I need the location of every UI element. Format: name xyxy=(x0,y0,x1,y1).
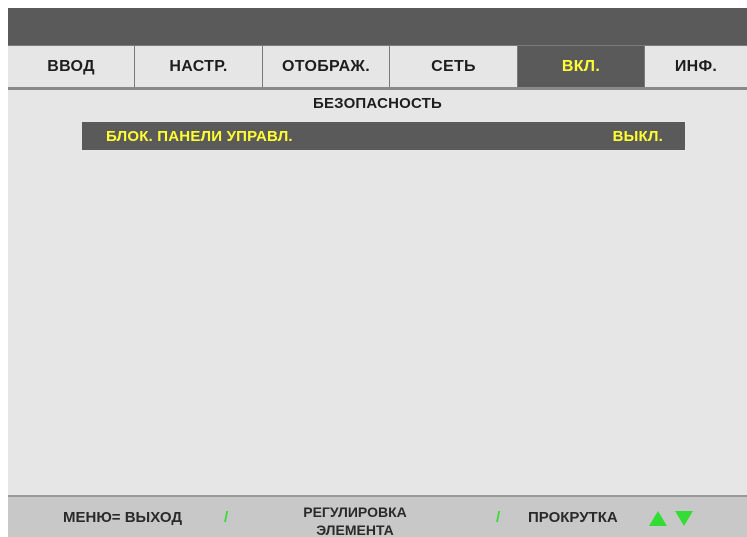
hint-adjust-item: РЕГУЛИРОВКА ЭЛЕМЕНТА xyxy=(290,503,420,537)
menu-item-panel-lock[interactable]: БЛОК. ПАНЕЛИ УПРАВЛ. ВЫКЛ. xyxy=(82,122,685,150)
hint-adjust-line1: РЕГУЛИРОВКА xyxy=(303,504,407,520)
tab-info[interactable]: ИНФ. xyxy=(645,46,747,87)
tab-setup[interactable]: НАСТР. xyxy=(135,46,263,87)
hint-menu-exit: МЕНЮ= ВЫХОД xyxy=(63,509,183,526)
section-title: БЕЗОПАСНОСТЬ xyxy=(312,95,443,112)
footer-hint-bar: МЕНЮ= ВЫХОД / РЕГУЛИРОВКА ЭЛЕМЕНТА / ПРО… xyxy=(8,495,747,537)
tab-input[interactable]: ВВОД xyxy=(8,46,135,87)
osd-menu: ВВОД НАСТР. ОТОБРАЖ. СЕТЬ ВКЛ. ИНФ. БЕЗО… xyxy=(8,8,747,537)
arrow-up-icon xyxy=(649,511,667,526)
tab-display[interactable]: ОТОБРАЖ. xyxy=(263,46,390,87)
hint-adjust-line2: ЭЛЕМЕНТА xyxy=(316,522,394,537)
hint-separator: / xyxy=(496,509,501,526)
hint-scroll: ПРОКРУТКА xyxy=(528,509,618,526)
menu-item-value: ВЫКЛ. xyxy=(612,127,663,145)
menu-item-label: БЛОК. ПАНЕЛИ УПРАВЛ. xyxy=(106,127,293,145)
tab-network[interactable]: СЕТЬ xyxy=(390,46,518,87)
arrow-down-icon xyxy=(675,511,693,526)
tab-bar: ВВОД НАСТР. ОТОБРАЖ. СЕТЬ ВКЛ. ИНФ. xyxy=(8,45,747,90)
tab-power[interactable]: ВКЛ. xyxy=(518,46,645,87)
title-bar xyxy=(8,8,747,45)
hint-separator: / xyxy=(224,509,229,526)
